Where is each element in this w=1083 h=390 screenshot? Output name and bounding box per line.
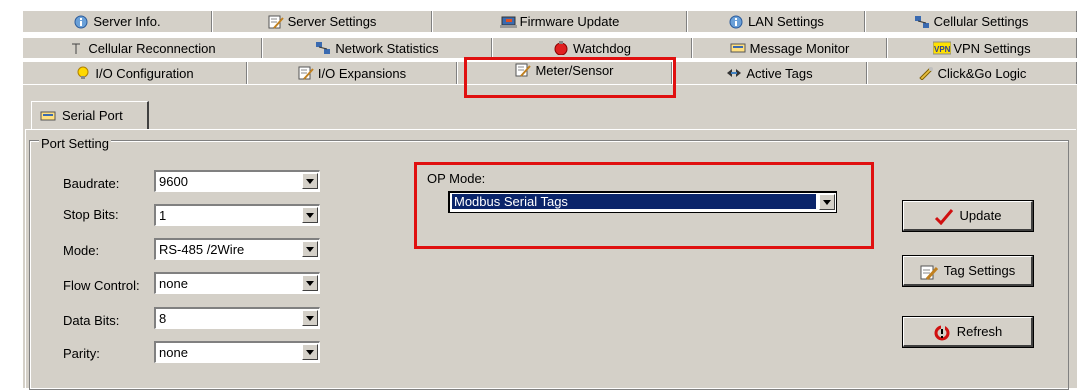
update-button[interactable]: Update bbox=[903, 201, 1033, 231]
data-bits-value: 8 bbox=[159, 311, 167, 326]
tab-message-monitor[interactable]: Message Monitor bbox=[692, 38, 887, 58]
chevron-down-icon[interactable] bbox=[302, 310, 318, 326]
app-window: Server Info. Server Settings Firmware Up… bbox=[0, 0, 1083, 390]
bulb-icon bbox=[75, 66, 91, 80]
tab-label: Active Tags bbox=[746, 65, 813, 81]
data-bits-select[interactable]: 8 bbox=[154, 307, 320, 329]
tab-row-3: I/O Configuration I/O Expansions Meter/S… bbox=[22, 62, 1077, 84]
tab-lan-settings[interactable]: LAN Settings bbox=[687, 11, 865, 32]
port-setting-title: Port Setting bbox=[39, 136, 111, 151]
tab-label: VPN Settings bbox=[953, 40, 1031, 56]
tab-label: Network Statistics bbox=[335, 40, 439, 56]
parity-label: Parity: bbox=[63, 346, 100, 361]
tab-meter-sensor[interactable]: Meter/Sensor bbox=[457, 62, 672, 84]
message-icon bbox=[40, 109, 56, 123]
network-icon bbox=[914, 15, 930, 29]
chevron-down-icon[interactable] bbox=[302, 241, 318, 257]
op-mode-label: OP Mode: bbox=[427, 171, 486, 186]
tab-label: LAN Settings bbox=[748, 14, 824, 29]
info-icon bbox=[73, 15, 89, 29]
stop-bits-select[interactable]: 1 bbox=[154, 204, 320, 226]
tab-label: Cellular Settings bbox=[933, 14, 1029, 29]
tab-label: Click&Go Logic bbox=[937, 65, 1027, 81]
tab-io-configuration[interactable]: I/O Configuration bbox=[22, 62, 247, 84]
message-icon bbox=[730, 41, 746, 55]
chevron-down-icon[interactable] bbox=[302, 275, 318, 291]
vpn-icon: VPN bbox=[932, 41, 952, 55]
watchdog-icon bbox=[553, 41, 569, 56]
refresh-label: Refresh bbox=[956, 324, 1003, 339]
refresh-button[interactable]: Refresh bbox=[903, 317, 1033, 347]
chevron-down-icon[interactable] bbox=[302, 344, 318, 360]
tab-click-go-logic[interactable]: Click&Go Logic bbox=[867, 62, 1077, 84]
mode-select[interactable]: RS-485 /2Wire bbox=[154, 238, 320, 260]
data-bits-label: Data Bits: bbox=[63, 313, 120, 328]
tab-row-1: Server Info. Server Settings Firmware Up… bbox=[22, 11, 1077, 32]
svg-text:VPN: VPN bbox=[934, 45, 951, 54]
stop-bits-label: Stop Bits: bbox=[63, 207, 119, 222]
tags-icon bbox=[726, 66, 742, 80]
network-icon bbox=[315, 41, 331, 55]
chevron-down-icon[interactable] bbox=[819, 194, 835, 210]
flow-control-label: Flow Control: bbox=[63, 278, 140, 293]
op-mode-value: Modbus Serial Tags bbox=[452, 194, 816, 209]
tab-watchdog[interactable]: Watchdog bbox=[492, 38, 692, 58]
info-icon bbox=[728, 15, 744, 29]
mode-value: RS-485 /2Wire bbox=[159, 242, 245, 257]
logic-icon bbox=[918, 66, 934, 81]
checkmark-icon bbox=[934, 208, 954, 225]
tab-label: I/O Configuration bbox=[95, 65, 194, 81]
subtab-label: Serial Port bbox=[62, 108, 123, 123]
subtab-serial-port[interactable]: Serial Port bbox=[31, 101, 149, 129]
tab-label: I/O Expansions bbox=[317, 65, 407, 81]
tab-server-settings[interactable]: Server Settings bbox=[212, 11, 432, 32]
baudrate-select[interactable]: 9600 bbox=[154, 170, 320, 192]
tag-settings-label: Tag Settings bbox=[943, 263, 1016, 278]
tab-label: Watchdog bbox=[572, 40, 632, 56]
tab-network-statistics[interactable]: Network Statistics bbox=[262, 38, 492, 58]
tab-active-tags[interactable]: Active Tags bbox=[672, 62, 867, 84]
flow-control-value: none bbox=[159, 276, 188, 291]
baudrate-label: Baudrate: bbox=[63, 176, 120, 191]
antenna-icon bbox=[68, 41, 84, 55]
flow-control-select[interactable]: none bbox=[154, 272, 320, 294]
chevron-down-icon[interactable] bbox=[302, 207, 318, 223]
tab-label: Meter/Sensor bbox=[535, 63, 614, 78]
settings-icon bbox=[268, 15, 284, 29]
chevron-down-icon[interactable] bbox=[302, 173, 318, 189]
tab-label: Cellular Reconnection bbox=[88, 40, 216, 56]
stop-bits-value: 1 bbox=[159, 208, 167, 223]
update-label: Update bbox=[959, 208, 1002, 223]
settings-icon bbox=[298, 66, 314, 80]
tab-row-2: Cellular Reconnection Network Statistics… bbox=[22, 38, 1077, 58]
tab-label: Server Settings bbox=[287, 14, 377, 29]
op-mode-select[interactable]: Modbus Serial Tags bbox=[448, 191, 837, 213]
tag-settings-button[interactable]: Tag Settings bbox=[903, 256, 1033, 286]
tab-label: Firmware Update bbox=[519, 14, 620, 29]
tab-io-expansions[interactable]: I/O Expansions bbox=[247, 62, 457, 84]
baudrate-value: 9600 bbox=[159, 174, 188, 189]
tab-content-panel: Serial Port Port Setting Baudrate: 9600 … bbox=[22, 84, 1077, 390]
tab-cellular-settings[interactable]: Cellular Settings bbox=[865, 11, 1077, 32]
firmware-icon bbox=[499, 15, 517, 29]
tab-vpn-settings[interactable]: VPN VPN Settings bbox=[887, 38, 1077, 58]
mode-label: Mode: bbox=[63, 243, 100, 258]
tab-cellular-reconnection[interactable]: Cellular Reconnection bbox=[22, 38, 262, 58]
settings-icon bbox=[515, 63, 532, 77]
tab-label: Message Monitor bbox=[749, 40, 850, 56]
tab-firmware-update[interactable]: Firmware Update bbox=[432, 11, 687, 32]
edit-icon bbox=[920, 264, 938, 280]
parity-select[interactable]: none bbox=[154, 341, 320, 363]
parity-value: none bbox=[159, 345, 188, 360]
refresh-icon bbox=[933, 324, 951, 340]
tab-server-info[interactable]: Server Info. bbox=[22, 11, 212, 32]
tab-label: Server Info. bbox=[93, 14, 161, 29]
